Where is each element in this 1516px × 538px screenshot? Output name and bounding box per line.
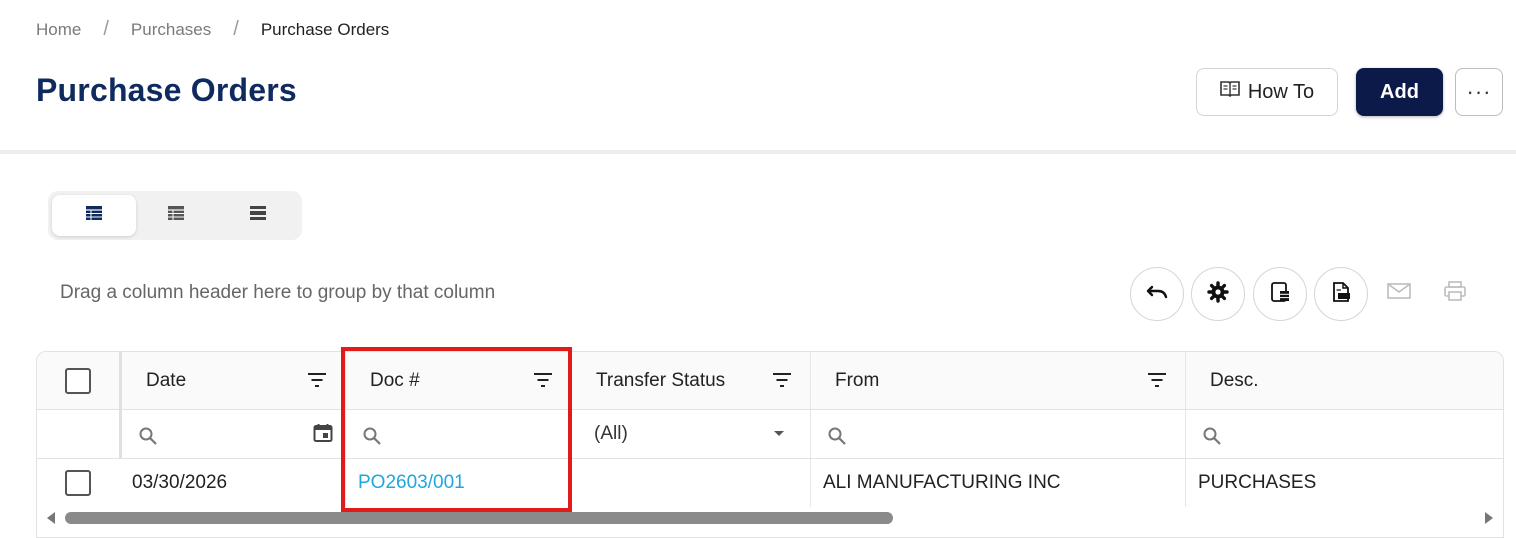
cell-desc-value: PURCHASES xyxy=(1198,472,1317,493)
from-filter-input[interactable] xyxy=(811,410,1186,458)
filter-icon[interactable] xyxy=(307,371,327,394)
cell-doc: PO2603/001 xyxy=(346,459,572,507)
column-header-date[interactable]: Date xyxy=(122,352,346,409)
search-icon xyxy=(138,426,158,451)
page-title: Purchase Orders xyxy=(36,72,297,108)
column-header-date-label: Date xyxy=(146,369,187,391)
compact-view-icon xyxy=(249,205,267,226)
email-icon xyxy=(1386,281,1412,306)
breadcrumb-home[interactable]: Home xyxy=(36,20,81,40)
column-header-from[interactable]: From xyxy=(811,352,1186,409)
selection-column-divider xyxy=(119,352,122,459)
more-options-button[interactable]: ··· xyxy=(1455,68,1503,116)
header-divider xyxy=(0,150,1516,154)
search-icon xyxy=(827,426,847,451)
column-header-doc-label: Doc # xyxy=(370,369,420,391)
column-header-desc-label: Desc. xyxy=(1210,369,1259,391)
group-by-hint[interactable]: Drag a column header here to group by th… xyxy=(60,282,495,304)
undo-button[interactable] xyxy=(1130,267,1184,321)
scroll-left-arrow-icon[interactable] xyxy=(47,512,55,524)
row-select-cell xyxy=(37,459,119,507)
select-all-checkbox[interactable] xyxy=(65,367,91,394)
scrollbar-thumb[interactable] xyxy=(65,512,893,524)
search-icon xyxy=(1202,426,1222,451)
transfer-status-filter-select[interactable]: (All) xyxy=(572,410,811,458)
filter-empty-cell xyxy=(37,410,119,458)
row-checkbox[interactable] xyxy=(65,470,91,496)
desc-filter-input[interactable] xyxy=(1186,410,1503,458)
horizontal-scrollbar[interactable] xyxy=(37,507,1503,529)
filter-icon[interactable] xyxy=(1147,371,1167,394)
export-excel-icon xyxy=(1269,281,1291,308)
column-header-transfer-status-label: Transfer Status xyxy=(596,369,726,391)
column-header-from-label: From xyxy=(835,369,880,391)
cell-date-value: 03/30/2026 xyxy=(132,472,228,493)
column-header-transfer-status[interactable]: Transfer Status xyxy=(572,352,811,409)
chevron-down-icon xyxy=(774,431,784,436)
filter-icon[interactable] xyxy=(772,371,792,394)
cell-transfer-status xyxy=(572,459,811,507)
breadcrumb-separator: / xyxy=(103,18,109,40)
cell-desc: PURCHASES xyxy=(1186,459,1503,507)
grid-header-row: Date Doc # Transfer Status From Desc. xyxy=(37,352,1503,410)
breadcrumb: Home / Purchases / Purchase Orders xyxy=(36,18,389,41)
how-to-label: How To xyxy=(1247,80,1315,103)
table-view-icon xyxy=(85,205,103,226)
breadcrumb-current: Purchase Orders xyxy=(260,19,390,39)
table-row[interactable]: 03/30/2026 PO2603/001 ALI MANUFACTURING … xyxy=(37,459,1503,507)
export-pdf-button[interactable] xyxy=(1314,267,1368,321)
doc-number-link[interactable]: PO2603/001 xyxy=(346,472,465,494)
filter-icon[interactable] xyxy=(533,371,553,394)
cell-from: ALI MANUFACTURING INC xyxy=(811,459,1186,507)
view-toggle xyxy=(48,191,302,240)
print-button[interactable] xyxy=(1440,278,1470,308)
view-table-button[interactable] xyxy=(52,195,136,236)
calendar-icon[interactable] xyxy=(313,423,333,448)
export-excel-button[interactable] xyxy=(1253,267,1307,321)
doc-filter-input[interactable] xyxy=(346,410,572,458)
email-button[interactable] xyxy=(1384,278,1414,308)
undo-icon xyxy=(1146,282,1168,307)
gear-icon xyxy=(1207,280,1229,308)
cell-from-value: ALI MANUFACTURING INC xyxy=(823,472,1061,493)
how-to-button[interactable]: How To xyxy=(1196,68,1338,116)
view-list-button[interactable] xyxy=(134,195,218,236)
select-all-cell xyxy=(37,352,119,409)
cell-date: 03/30/2026 xyxy=(120,459,346,507)
column-header-desc[interactable]: Desc. xyxy=(1186,352,1503,409)
print-icon xyxy=(1443,280,1467,307)
column-header-doc[interactable]: Doc # xyxy=(346,352,572,409)
purchase-orders-grid: Date Doc # Transfer Status From Desc. (A… xyxy=(36,351,1504,538)
add-button[interactable]: Add xyxy=(1356,68,1443,116)
settings-button[interactable] xyxy=(1191,267,1245,321)
breadcrumb-purchases[interactable]: Purchases xyxy=(131,20,211,40)
list-view-icon xyxy=(167,205,185,226)
book-open-icon xyxy=(1220,80,1240,104)
view-compact-button[interactable] xyxy=(216,195,300,236)
scroll-right-arrow-icon[interactable] xyxy=(1485,512,1493,524)
export-pdf-icon xyxy=(1330,281,1352,308)
search-icon xyxy=(362,426,382,451)
breadcrumb-separator: / xyxy=(233,18,239,40)
grid-filter-row: (All) xyxy=(37,410,1503,459)
transfer-status-filter-value: (All) xyxy=(594,423,628,444)
date-filter-input[interactable] xyxy=(122,410,346,458)
